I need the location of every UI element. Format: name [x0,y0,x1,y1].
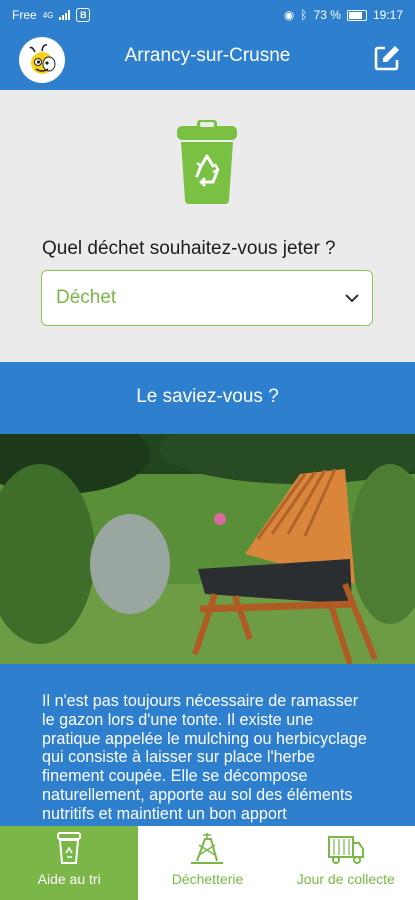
page-title: Arrancy-sur-Crusne [124,45,291,66]
edit-icon[interactable] [373,44,401,72]
battery-label: 73 % [313,8,341,22]
app-bar: Arrancy-sur-Crusne [0,30,415,90]
nav-label-aide-au-tri: Aide au tri [37,871,101,887]
chevron-down-icon [345,294,359,303]
time-label: 19:17 [372,8,403,22]
status-right: ◉ ᛒ 73 % 19:17 [284,8,403,22]
recycle-bin-icon [177,120,237,204]
network-label: 4G [42,10,54,20]
bluetooth-icon: ᛒ [300,8,308,22]
question-label: Quel déchet souhaitez-vous jeter ? [42,238,336,259]
status-bar: Free 4G B ◉ ᛒ 73 % 19:17 [0,0,415,30]
truck-icon [327,836,364,864]
info-panel: Il n'est pas toujours nécessaire de rama… [0,664,415,826]
recycling-center-icon [191,833,224,864]
garden-chair-photo [0,434,415,664]
nav-item-jour-de-collecte[interactable]: Jour de collecte [277,826,415,900]
waste-select-value: Déchet [56,287,117,308]
nav-item-aide-au-tri[interactable]: Aide au tri [0,826,139,900]
info-heading: Le saviez-vous ? [0,362,415,434]
waste-select[interactable]: Déchet [41,270,373,326]
nav-item-dechetterie[interactable]: Déchetterie [138,826,276,900]
status-left: Free 4G B [12,8,91,22]
bottom-nav: Aide au tri Déchetterie Jour de collecte [0,826,415,900]
eye-icon: ◉ [283,8,295,22]
carrier-label: Free [12,8,37,22]
badge-icon: B [76,8,91,22]
battery-icon [346,9,367,21]
signal-icon [59,10,71,20]
nav-label-jour-de-collecte: Jour de collecte [296,871,395,887]
search-section: Quel déchet souhaitez-vous jeter ? Déche… [0,90,415,360]
nav-label-dechetterie: Déchetterie [171,871,244,887]
info-text: Il n'est pas toujours nécessaire de rama… [42,692,367,823]
bin-icon [57,832,82,864]
